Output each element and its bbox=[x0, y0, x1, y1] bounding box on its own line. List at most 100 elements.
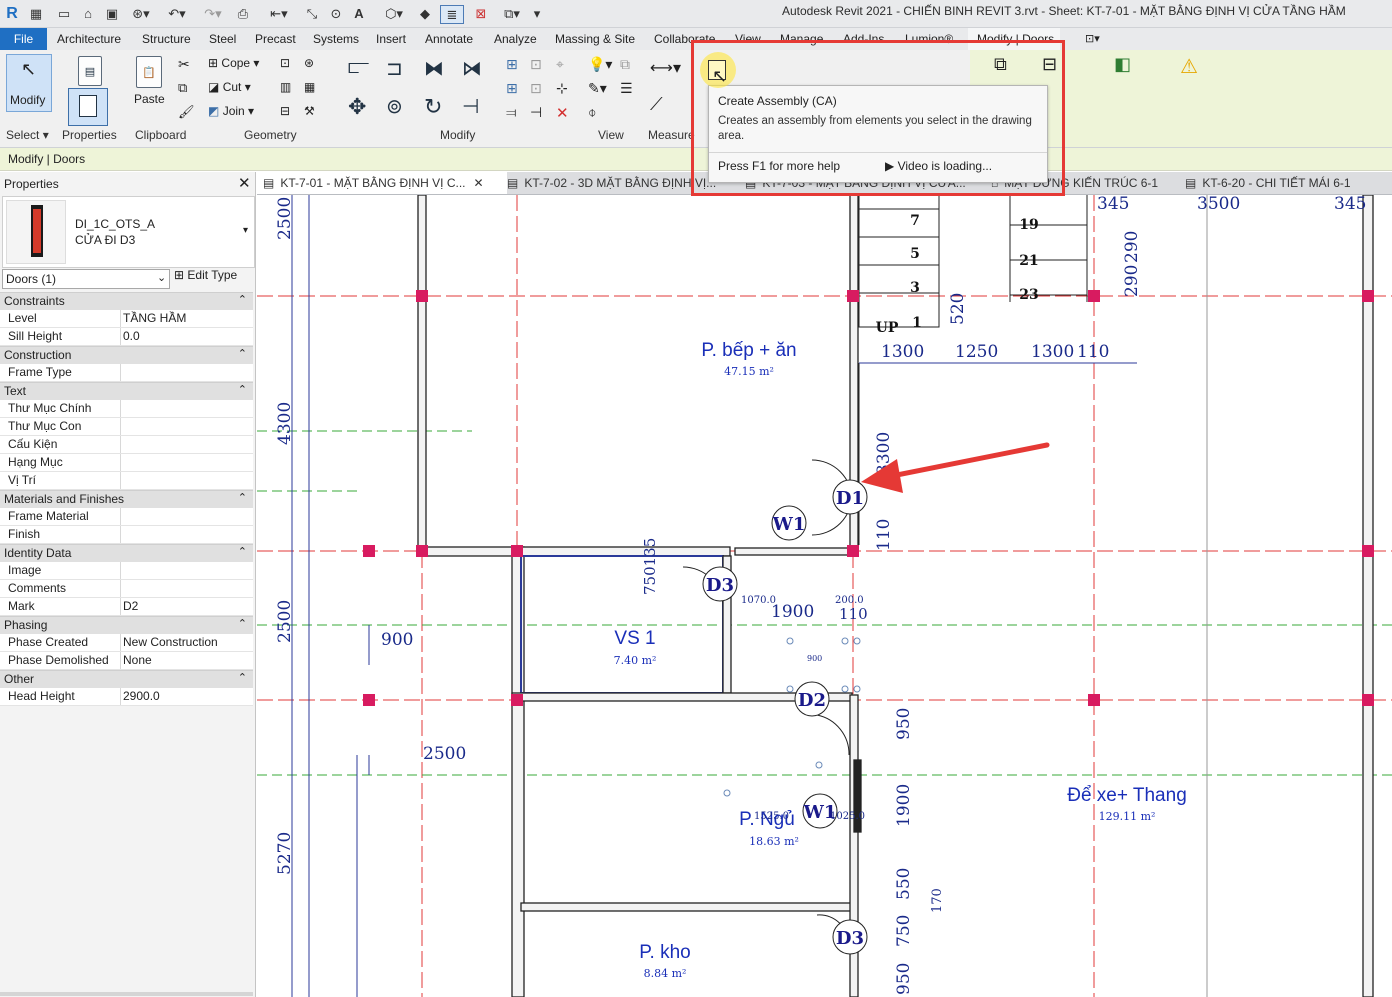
array-icon[interactable]: ⊞ bbox=[506, 80, 518, 97]
property-group-header[interactable]: Text ⌃ bbox=[0, 382, 253, 400]
delete-icon[interactable]: ✕ bbox=[556, 104, 569, 122]
hammer-icon[interactable]: ⚒ bbox=[304, 104, 315, 118]
panel-measure-label[interactable]: Measure bbox=[648, 128, 695, 142]
copy-icon[interactable]: ⧉ bbox=[178, 80, 187, 96]
align-icon[interactable]: ⫍ bbox=[348, 56, 369, 79]
redo-icon[interactable]: ↷▾ bbox=[200, 5, 226, 22]
property-value[interactable]: TẦNG HẦM bbox=[123, 311, 186, 325]
property-row[interactable]: Mark D2 bbox=[0, 598, 253, 616]
property-row[interactable]: Thư Mục Chính bbox=[0, 400, 253, 418]
cut-geometry-button[interactable]: ◪ Cut ▾ bbox=[208, 80, 251, 94]
collapse-icon[interactable]: ⌃ bbox=[238, 293, 247, 306]
remove-paint-icon[interactable]: ⊟ bbox=[280, 104, 290, 118]
trim-extend-icon[interactable]: ⊣ bbox=[462, 94, 479, 119]
collapse-icon[interactable]: ⌃ bbox=[238, 617, 247, 630]
modify-tool-button[interactable]: ↖ Modify bbox=[6, 54, 52, 112]
tab-structure[interactable]: Structure bbox=[142, 32, 191, 46]
view-tab-5[interactable]: ▤ KT-6-20 - CHI TIẾT MÁI 6-1 bbox=[1185, 172, 1385, 194]
tab-close-icon[interactable]: ✕ bbox=[474, 176, 484, 190]
panel-geometry-label[interactable]: Geometry bbox=[244, 128, 297, 142]
cope-button[interactable]: ⊞ Cope ▾ bbox=[208, 56, 259, 70]
collapse-icon[interactable]: ⌃ bbox=[238, 347, 247, 360]
chevron-down-icon[interactable]: ▾ bbox=[243, 225, 248, 236]
sync-icon[interactable]: ⊛▾ bbox=[128, 5, 154, 22]
property-row[interactable]: Phase Demolished None bbox=[0, 652, 253, 670]
property-group-header[interactable]: Construction ⌃ bbox=[0, 346, 253, 364]
collapse-icon[interactable]: ⌃ bbox=[238, 491, 247, 504]
panel-select-label[interactable]: Select ▾ bbox=[6, 128, 49, 142]
copy-element-icon[interactable]: ⊚ bbox=[386, 94, 403, 119]
close-hidden-icon[interactable]: ⊠ bbox=[472, 5, 490, 22]
tab-systems[interactable]: Systems bbox=[313, 32, 359, 46]
property-group-header[interactable]: Phasing ⌃ bbox=[0, 616, 253, 634]
switch-windows-icon[interactable]: ⧉▾ bbox=[498, 5, 526, 22]
mirror-draw-icon[interactable]: ⧒ bbox=[462, 56, 482, 81]
property-group-header[interactable]: Materials and Finishes ⌃ bbox=[0, 490, 253, 508]
family-types-icon[interactable]: ▤ bbox=[70, 56, 104, 88]
rotate-icon[interactable]: ↻ bbox=[424, 94, 442, 120]
mirror-axis-icon[interactable]: ⧓ bbox=[424, 56, 444, 81]
customize-toolbar-icon[interactable]: ▾ bbox=[530, 5, 544, 22]
demolish-icon[interactable]: ▦ bbox=[304, 80, 315, 94]
panel-clipboard-label[interactable]: Clipboard bbox=[135, 128, 186, 142]
line-style-icon[interactable]: ☰ bbox=[620, 80, 633, 97]
print-icon[interactable]: ⎙ bbox=[234, 5, 252, 22]
property-row[interactable]: Sill Height 0.0 bbox=[0, 328, 253, 346]
tab-analyze[interactable]: Analyze bbox=[494, 32, 537, 46]
panel-modify-label[interactable]: Modify bbox=[440, 128, 475, 142]
property-row[interactable]: Phase Created New Construction bbox=[0, 634, 253, 652]
3d-view-icon[interactable]: ⬡▾ bbox=[380, 5, 408, 22]
property-group-header[interactable]: Other ⌃ bbox=[0, 670, 253, 688]
revit-logo-icon[interactable]: R bbox=[4, 5, 20, 22]
property-value[interactable]: D2 bbox=[123, 599, 138, 613]
property-value[interactable]: None bbox=[123, 653, 152, 667]
ribbon-minimize-icon[interactable]: ⊡▾ bbox=[1085, 32, 1100, 45]
offset-icon[interactable]: ⊐ bbox=[386, 56, 403, 81]
new-file-icon[interactable]: ▭ bbox=[56, 5, 72, 22]
split-element-icon[interactable]: ⊞ bbox=[506, 56, 518, 73]
measure-icon[interactable]: ⇤▾ bbox=[264, 5, 294, 22]
collapse-icon[interactable]: ⌃ bbox=[238, 545, 247, 558]
selection-box-icon[interactable]: ◧ bbox=[1114, 54, 1131, 75]
join-button[interactable]: ◩ Join ▾ bbox=[208, 104, 254, 118]
scale-icon[interactable]: ⊡ bbox=[530, 80, 542, 97]
panel-properties-label[interactable]: Properties bbox=[62, 128, 117, 142]
collapse-icon[interactable]: ⌃ bbox=[238, 383, 247, 396]
section-icon[interactable]: ◆ bbox=[416, 5, 434, 22]
thin-lines-icon[interactable]: ≣ bbox=[440, 5, 464, 24]
panel-view-label[interactable]: View bbox=[598, 128, 624, 142]
hide-element-icon[interactable]: 💡▾ bbox=[588, 56, 612, 73]
edit-type-button[interactable]: ⊞ Edit Type bbox=[174, 268, 252, 288]
linework-icon[interactable]: ✎▾ bbox=[588, 80, 607, 97]
tag-icon[interactable]: ⊙ bbox=[326, 5, 346, 22]
tab-steel[interactable]: Steel bbox=[209, 32, 236, 46]
property-row[interactable]: Head Height 2900.0 bbox=[0, 688, 253, 706]
measure-distance-icon[interactable]: ⟷▾ bbox=[650, 58, 681, 78]
collapse-icon[interactable]: ⌃ bbox=[238, 671, 247, 684]
tab-file[interactable]: File bbox=[0, 28, 47, 50]
property-row[interactable]: Thư Mục Con bbox=[0, 418, 253, 436]
tab-annotate[interactable]: Annotate bbox=[425, 32, 473, 46]
move-icon[interactable]: ✥ bbox=[348, 94, 366, 120]
property-row[interactable]: Cấu Kiện bbox=[0, 436, 253, 454]
home-icon[interactable]: ▦ bbox=[28, 5, 44, 22]
property-row[interactable]: Comments bbox=[0, 580, 253, 598]
paint-view-icon[interactable]: ⌽ bbox=[588, 104, 596, 121]
match-type-icon[interactable]: 🖌 bbox=[178, 104, 195, 120]
dimension-icon[interactable]: ⤡ bbox=[302, 5, 322, 22]
property-value[interactable]: 0.0 bbox=[123, 329, 140, 343]
drawing-canvas[interactable]: D1 W1 D3 D2 W1 D3 7 5 3 1 19 21 23 UP P.… bbox=[257, 195, 1392, 997]
instance-filter-dropdown[interactable]: Doors (1) ⌄ bbox=[2, 269, 170, 289]
split-gap-icon[interactable]: ⊡ bbox=[530, 56, 542, 73]
tab-insert[interactable]: Insert bbox=[376, 32, 406, 46]
override-graphics-icon[interactable]: ⧉ bbox=[620, 56, 630, 73]
paint-icon[interactable]: ▥ bbox=[280, 80, 291, 94]
property-row[interactable]: Finish bbox=[0, 526, 253, 544]
property-row[interactable]: Vị Trí bbox=[0, 472, 253, 490]
property-row[interactable]: Level TẦNG HẦM bbox=[0, 310, 253, 328]
paste-label[interactable]: Paste bbox=[134, 92, 165, 106]
property-group-header[interactable]: Constraints ⌃ bbox=[0, 292, 253, 310]
paste-icon[interactable]: 📋 bbox=[133, 56, 165, 90]
split-face-icon[interactable]: ⊡ bbox=[280, 56, 290, 70]
text-icon[interactable]: A bbox=[350, 5, 368, 22]
